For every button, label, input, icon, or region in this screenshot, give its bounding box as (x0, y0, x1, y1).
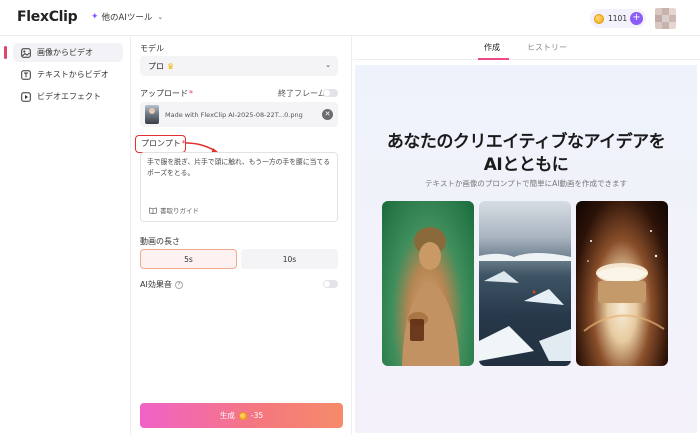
hero-subtitle: テキストか画像のプロンプトで簡単にAI動画を作成できます (425, 179, 627, 188)
uploaded-file[interactable]: Made with FlexClip AI-2025-08-22T...0.pn… (140, 102, 338, 127)
chevron-down-icon: ⌄ (157, 13, 164, 21)
help-icon[interactable]: ? (174, 280, 183, 289)
duration-label: 動画の長さ (140, 237, 180, 246)
cream-jar-image (583, 230, 665, 332)
other-ai-tools-label: 他のAIツール (101, 13, 153, 23)
tab-history[interactable]: ヒストリー (527, 42, 567, 53)
hero-title-line2: AIとともに (483, 155, 569, 175)
model-value: プロ (148, 61, 164, 71)
prompt-guide-label: 書取りガイド (160, 207, 199, 215)
example-card-icebergs[interactable] (479, 201, 571, 366)
coin-icon (238, 411, 247, 420)
other-ai-tools-menu[interactable]: ✦ 他のAIツール ⌄ (91, 11, 163, 23)
upload-label: アップロード* (140, 89, 193, 98)
prompt-guide-link[interactable]: 書取りガイド (149, 205, 199, 215)
ai-sfx-label: AI効果音? (140, 279, 183, 290)
tab-create[interactable]: 作成 (484, 42, 500, 53)
end-frame-label: 終了フレーム (278, 89, 326, 98)
sidebar-item-image-to-video[interactable]: 画像からビデオ (4, 43, 123, 62)
remove-file-button[interactable]: ✕ (322, 109, 333, 120)
ai-sfx-toggle[interactable] (323, 280, 338, 288)
icebergs-image (479, 253, 571, 361)
uploaded-image-thumbnail (145, 105, 159, 124)
generate-button[interactable]: 生成 -35 (140, 403, 343, 428)
model-label: モデル (140, 44, 164, 53)
sidebar-item-label: テキストからビデオ (37, 70, 109, 79)
flexclip-logo[interactable]: FlexClip (17, 9, 78, 25)
text-video-icon (21, 69, 31, 80)
active-tab-indicator (478, 58, 509, 60)
image-video-icon (21, 47, 31, 58)
coin-icon (594, 13, 604, 24)
credits-badge[interactable]: 1101 + (590, 9, 646, 28)
top-bar: FlexClip ✦ 他のAIツール ⌄ 1101 + (0, 0, 700, 36)
example-card-statue[interactable] (382, 201, 474, 366)
credits-count: 1101 (608, 14, 628, 23)
hero-title-line1: あなたのクリエイティブなアイデアを (386, 132, 666, 152)
generate-label: 生成 (219, 411, 235, 420)
generation-form: モデル プロ ♛ ⌄ アップロード* 終了フレーム Made with Flex… (131, 36, 352, 435)
video-effect-icon (21, 91, 31, 102)
generate-cost: -35 (250, 411, 264, 420)
sidebar-item-text-to-video[interactable]: テキストからビデオ (13, 65, 123, 84)
sidebar-item-video-effect[interactable]: ビデオエフェクト (13, 87, 123, 106)
sidebar-item-label: 画像からビデオ (37, 48, 93, 57)
prompt-text: 手で服を脱ぎ、片手で頭に触れ、もう一方の手を腰に当てるポーズをとる。 (147, 158, 331, 177)
statue-image (402, 227, 460, 366)
end-frame-toggle[interactable] (323, 89, 338, 97)
chevron-down-icon: ⌄ (325, 61, 331, 69)
duration-option-5s[interactable]: 5s (140, 249, 237, 269)
sidebar: 画像からビデオ テキストからビデオ ビデオエフェクト (0, 36, 131, 435)
preview-tabs: 作成 ヒストリー (353, 36, 700, 60)
crown-icon: ♛ (167, 61, 175, 71)
example-card-cream-jar[interactable] (576, 201, 668, 366)
add-credits-button[interactable]: + (630, 12, 643, 25)
duration-option-10s[interactable]: 10s (241, 249, 338, 269)
sidebar-item-label: ビデオエフェクト (37, 92, 101, 101)
hero-banner: あなたのクリエイティブなアイデアを AIとともに テキストか画像のプロンプトで簡… (355, 65, 697, 433)
book-icon (149, 207, 157, 214)
user-avatar[interactable] (655, 8, 676, 29)
uploaded-filename: Made with FlexClip AI-2025-08-22T...0.pn… (165, 110, 303, 119)
sparkle-icon: ✦ (91, 12, 99, 22)
prompt-textarea[interactable]: 手で服を脱ぎ、片手で頭に触れ、もう一方の手を腰に当てるポーズをとる。 書取りガイ… (140, 152, 338, 222)
model-select[interactable]: プロ ♛ ⌄ (140, 56, 338, 76)
prompt-label: プロンプト* (141, 139, 186, 148)
preview-area: 作成 ヒストリー あなたのクリエイティブなアイデアを AIとともに テキストか画… (353, 36, 700, 435)
